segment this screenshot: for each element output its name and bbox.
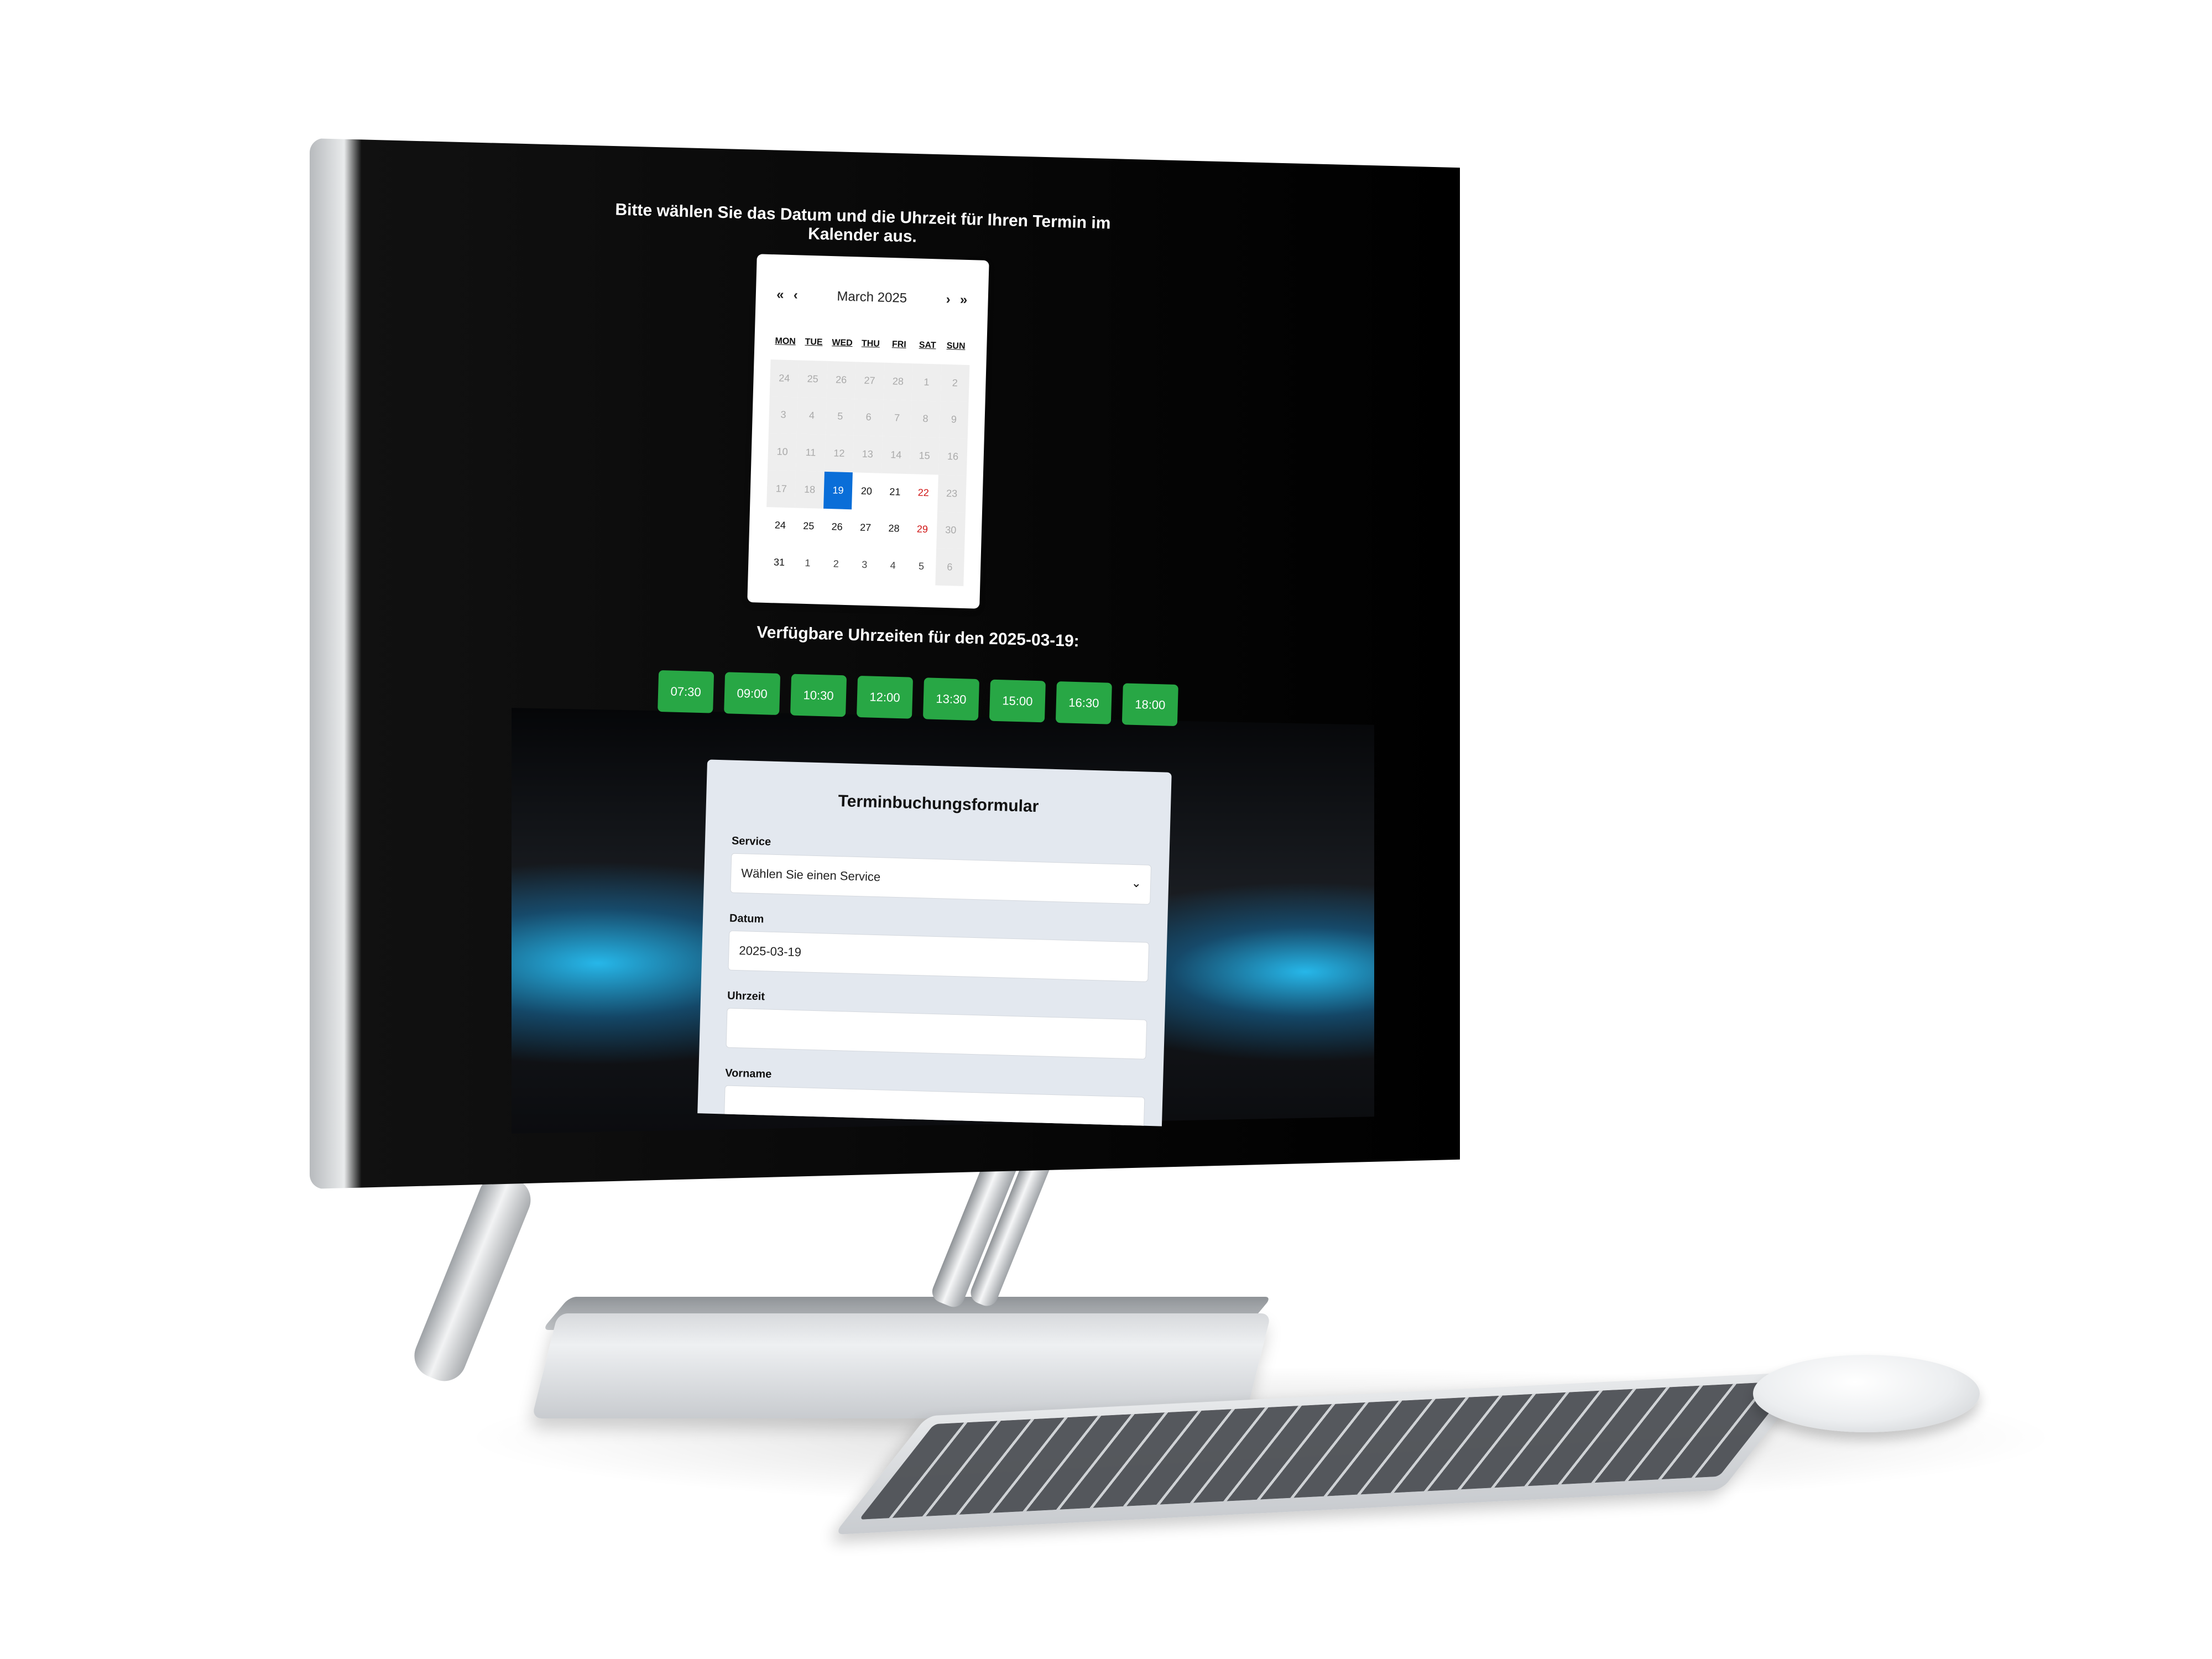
calendar-day[interactable]: 27 [851, 509, 880, 547]
calendar-day[interactable]: 11 [796, 434, 826, 472]
calendar-day[interactable]: 2 [821, 545, 851, 583]
date-input-value: 2025-03-19 [739, 943, 802, 959]
calendar-day[interactable]: 9 [939, 401, 969, 439]
date-input[interactable]: 2025-03-19 [728, 930, 1150, 982]
form-title: Terminbuchungsformular [838, 792, 1039, 816]
calendar-day[interactable]: 5 [906, 547, 936, 585]
calendar-day-grid: 24 25 26 27 28 1 2 3 4 5 6 7 8 9 10 11 12 13 14 15 16 17 18 19 2… [764, 359, 970, 586]
weekday-label: TUE [805, 337, 823, 347]
weekday-label: SAT [919, 340, 936, 351]
time-slot-button[interactable]: 13:30 [922, 677, 980, 721]
calendar-day[interactable]: 31 [764, 544, 794, 581]
service-select[interactable]: Wählen Sie einen Service ⌄ [730, 853, 1152, 905]
prev-month-button[interactable]: ‹ [787, 288, 804, 304]
calendar-day[interactable]: 19 [823, 471, 853, 509]
calendar-day[interactable]: 6 [935, 548, 965, 586]
calendar-day[interactable]: 28 [883, 362, 913, 400]
calendar-day[interactable]: 13 [853, 435, 883, 473]
next-month-button[interactable]: › [940, 292, 956, 308]
calendar-day[interactable]: 7 [882, 399, 912, 437]
calendar-day[interactable]: 4 [878, 547, 907, 585]
service-label: Service [731, 834, 771, 848]
time-label: Uhrzeit [727, 989, 765, 1003]
calendar-weekdays: MON TUE WED THU FRI SAT SUN [771, 336, 970, 352]
next-year-button[interactable]: » [956, 292, 972, 308]
weekday-label: THU [861, 338, 880, 349]
page-title: Bitte wählen Sie das Datum und die Uhrze… [615, 200, 1111, 246]
time-input[interactable] [726, 1008, 1147, 1060]
calendar-day[interactable]: 21 [880, 473, 910, 511]
firstname-label: Vorname [724, 1067, 772, 1081]
calendar-day[interactable]: 17 [766, 469, 796, 508]
calendar-day[interactable]: 26 [822, 508, 852, 546]
calendar-day[interactable]: 6 [854, 398, 884, 437]
date-picker-calendar: « ‹ March 2025 › » MON TUE WED THU FRI S… [747, 254, 989, 609]
chevron-down-icon: ⌄ [1131, 875, 1142, 890]
desktop-scene: Bitte wählen Sie das Datum und die Uhrze… [0, 0, 2212, 1659]
calendar-day[interactable]: 28 [879, 510, 909, 547]
calendar-month-label[interactable]: March 2025 [803, 288, 941, 307]
weekday-label: FRI [891, 340, 906, 349]
calendar-day[interactable]: 20 [852, 472, 881, 510]
time-slot-button[interactable]: 10:30 [790, 674, 847, 717]
calendar-day[interactable]: 29 [907, 511, 937, 549]
time-slot-button[interactable]: 09:00 [724, 672, 781, 716]
calendar-day[interactable]: 12 [824, 435, 854, 473]
calendar-day[interactable]: 24 [765, 507, 795, 545]
calendar-day[interactable]: 25 [798, 360, 828, 398]
calendar-day[interactable]: 3 [850, 546, 879, 584]
booking-form: Terminbuchungsformular Service Wählen Si… [697, 759, 1172, 1126]
calendar-day[interactable]: 4 [797, 397, 827, 435]
service-select-value: Wählen Sie einen Service [741, 866, 881, 884]
time-slot-button[interactable]: 15:00 [989, 679, 1046, 723]
calendar-day[interactable]: 10 [767, 433, 797, 471]
calendar-day[interactable]: 1 [793, 545, 822, 582]
date-label: Datum [729, 912, 764, 926]
calendar-day[interactable]: 3 [768, 396, 799, 434]
calendar-day[interactable]: 30 [936, 512, 966, 550]
time-slots-title: Verfügbare Uhrzeiten für den 2025-03-19: [756, 623, 1080, 651]
calendar-day[interactable]: 2 [940, 364, 970, 402]
calendar-day[interactable]: 25 [794, 508, 823, 545]
calendar-day[interactable]: 27 [854, 362, 885, 400]
time-slot-button[interactable]: 07:30 [658, 670, 714, 713]
calendar-day[interactable]: 5 [825, 398, 855, 436]
prev-year-button[interactable]: « [772, 287, 788, 303]
calendar-day[interactable]: 23 [937, 474, 967, 513]
screen-content: Bitte wählen Sie das Datum und die Uhrze… [0, 0, 2212, 1659]
calendar-day[interactable]: 14 [881, 436, 911, 474]
calendar-day[interactable]: 24 [769, 359, 799, 398]
time-slot-button[interactable]: 16:30 [1055, 681, 1112, 724]
calendar-day[interactable]: 26 [826, 361, 856, 399]
calendar-day[interactable]: 15 [910, 437, 940, 475]
calendar-day[interactable]: 1 [911, 363, 942, 401]
time-slot-button[interactable]: 18:00 [1121, 683, 1178, 727]
calendar-header: « ‹ March 2025 › » [772, 285, 972, 310]
calendar-day[interactable]: 16 [938, 437, 968, 476]
calendar-day[interactable]: 18 [795, 471, 825, 509]
calendar-day[interactable]: 8 [910, 400, 941, 438]
weekday-label: WED [832, 338, 853, 348]
weekday-label: SUN [946, 341, 966, 351]
weekday-label: MON [775, 336, 796, 347]
calendar-day[interactable]: 22 [909, 474, 938, 512]
time-slot-button[interactable]: 12:00 [856, 675, 914, 719]
